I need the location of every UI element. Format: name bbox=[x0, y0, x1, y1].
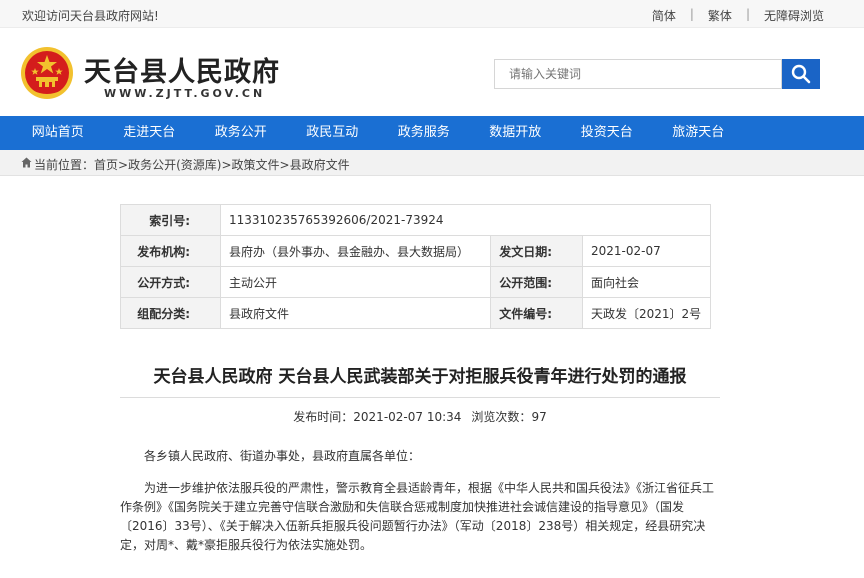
breadcrumb-separator: > bbox=[279, 158, 290, 172]
date-label: 发文日期: bbox=[490, 235, 583, 267]
breadcrumb-county-docs[interactable]: 县政府文件 bbox=[290, 158, 350, 172]
welcome-text: 欢迎访问天台县政府网站! bbox=[22, 9, 159, 23]
article-salutation: 各乡镇人民政府、街道办事处，县政府直属各单位： bbox=[144, 449, 421, 463]
breadcrumb-prefix: 当前位置： bbox=[34, 158, 95, 172]
publish-label: 发布时间： bbox=[293, 410, 354, 424]
magnifier-icon bbox=[791, 64, 811, 84]
search-input[interactable] bbox=[494, 59, 782, 89]
home-icon bbox=[21, 157, 32, 168]
docno-label: 文件编号: bbox=[490, 297, 583, 329]
divider: | bbox=[745, 7, 750, 21]
article-info: 发布时间：2021-02-07 10:34 浏览次数：97 bbox=[120, 408, 720, 425]
nav-about[interactable]: 走进天台 bbox=[104, 116, 196, 150]
views-count: 97 bbox=[531, 410, 547, 424]
accessibility-link[interactable]: 无障碍浏览 bbox=[764, 7, 824, 24]
article-title: 天台县人民政府 天台县人民武装部关于对拒服兵役青年进行处罚的通报 bbox=[153, 367, 687, 387]
category-value: 县政府文件 bbox=[220, 297, 491, 329]
nav-interaction[interactable]: 政民互动 bbox=[287, 116, 379, 150]
org-label: 发布机构: bbox=[120, 235, 221, 267]
nav-gov-affairs[interactable]: 政务公开 bbox=[195, 116, 287, 150]
nav-tourism[interactable]: 旅游天台 bbox=[653, 116, 745, 150]
scope-value: 面向社会 bbox=[582, 266, 711, 298]
table-row: 索引号: 113310235765392606/2021-73924 bbox=[120, 204, 711, 236]
article-body: 为进一步维护依法服兵役的严肃性，警示教育全县适龄青年，根据《中华人民共和国兵役法… bbox=[120, 481, 715, 552]
site-title[interactable]: 天台县人民政府 bbox=[84, 50, 280, 89]
breadcrumb-policy-docs[interactable]: 政策文件 bbox=[232, 158, 280, 172]
org-value: 县府办（县外事办、县金融办、县大数据局） bbox=[220, 235, 491, 267]
method-value: 主动公开 bbox=[220, 266, 491, 298]
main-nav: 网站首页 走进天台 政务公开 政民互动 政务服务 数据开放 投资天台 旅游天台 bbox=[0, 116, 864, 150]
date-value: 2021-02-07 bbox=[582, 235, 711, 267]
top-bar: 欢迎访问天台县政府网站! 简体 | 繁体 | 无障碍浏览 bbox=[0, 0, 864, 28]
nav-services[interactable]: 政务服务 bbox=[378, 116, 470, 150]
site-url: WWW.ZJTT.GOV.CN bbox=[104, 87, 266, 100]
simplified-link[interactable]: 简体 bbox=[652, 7, 676, 24]
method-label: 公开方式: bbox=[120, 266, 221, 298]
nav-home[interactable]: 网站首页 bbox=[12, 116, 104, 150]
breadcrumb-separator: > bbox=[221, 158, 232, 172]
breadcrumb-home[interactable]: 首页 bbox=[94, 158, 118, 172]
category-label: 组配分类: bbox=[120, 297, 221, 329]
divider: | bbox=[689, 7, 694, 21]
document-meta-table: 索引号: 113310235765392606/2021-73924 发布机构:… bbox=[120, 204, 711, 329]
breadcrumb: 当前位置：首页>政务公开(资源库)>政策文件>县政府文件 bbox=[0, 150, 864, 176]
nav-open-data[interactable]: 数据开放 bbox=[470, 116, 562, 150]
language-links: 简体 | 繁体 | 无障碍浏览 bbox=[652, 7, 824, 24]
title-divider bbox=[120, 397, 720, 398]
traditional-link[interactable]: 繁体 bbox=[708, 7, 732, 24]
search-button[interactable] bbox=[782, 59, 820, 89]
national-emblem-icon[interactable] bbox=[20, 46, 74, 100]
views-label: 浏览次数： bbox=[471, 410, 532, 424]
scope-label: 公开范围: bbox=[490, 266, 583, 298]
index-label: 索引号: bbox=[120, 204, 221, 236]
table-row: 公开方式: 主动公开 公开范围: 面向社会 bbox=[120, 266, 711, 298]
nav-investment[interactable]: 投资天台 bbox=[561, 116, 653, 150]
table-row: 发布机构: 县府办（县外事办、县金融办、县大数据局） 发文日期: 2021-02… bbox=[120, 235, 711, 267]
index-value: 113310235765392606/2021-73924 bbox=[220, 204, 711, 236]
breadcrumb-gov-affairs[interactable]: 政务公开(资源库) bbox=[128, 158, 221, 172]
docno-value: 天政发〔2021〕2号 bbox=[582, 297, 711, 329]
breadcrumb-separator: > bbox=[118, 158, 129, 172]
site-header: 天台县人民政府 WWW.ZJTT.GOV.CN bbox=[0, 28, 864, 116]
table-row: 组配分类: 县政府文件 文件编号: 天政发〔2021〕2号 bbox=[120, 297, 711, 329]
publish-time: 2021-02-07 10:34 bbox=[353, 410, 462, 424]
